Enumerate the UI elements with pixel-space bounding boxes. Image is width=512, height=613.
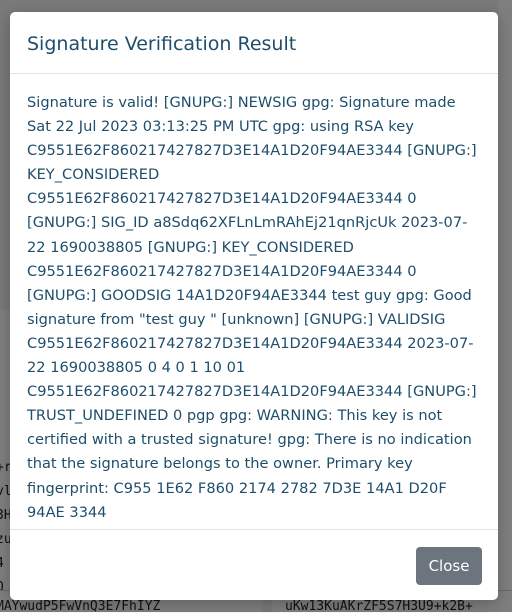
verification-result-text: Signature is valid! [GNUPG:] NEWSIG gpg:… <box>27 94 477 521</box>
dialog-header: Signature Verification Result <box>10 12 498 74</box>
dialog-footer: Close <box>10 530 498 600</box>
signature-result-dialog: Signature Verification Result Signature … <box>10 12 498 600</box>
close-button[interactable]: Close <box>416 547 482 585</box>
dialog-title: Signature Verification Result <box>27 33 297 55</box>
dialog-body: Signature is valid! [GNUPG:] NEWSIG gpg:… <box>10 74 498 530</box>
